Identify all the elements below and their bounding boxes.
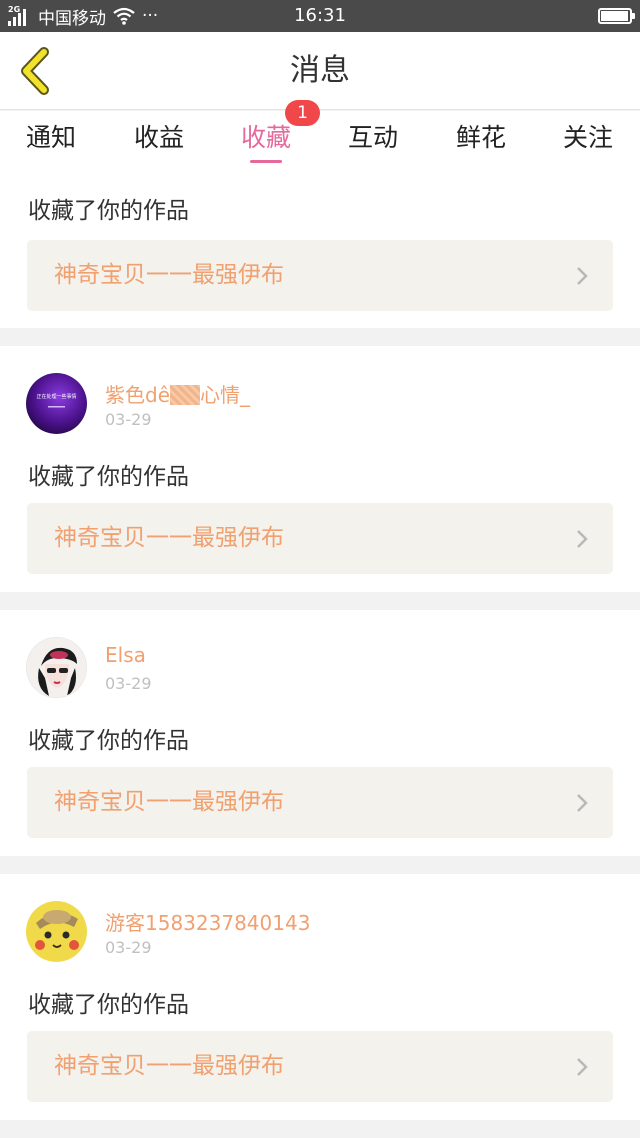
page-title: 消息 <box>290 53 350 88</box>
feed-item: 收藏了你的作品 神奇宝贝一一最强伊布 <box>0 177 640 328</box>
date-label: 03-29 <box>105 938 152 957</box>
feed-item: 正在处理一些事情 紫色dê 心情_ 03-29 收藏了你的作品 神奇宝贝一一最强伊… <box>0 346 640 592</box>
username[interactable]: Elsa <box>105 643 146 667</box>
feed-item: Elsa 03-29 收藏了你的作品 神奇宝贝一一最强伊布 <box>0 610 640 856</box>
work-link[interactable]: 神奇宝贝一一最强伊布 <box>27 767 613 838</box>
work-link[interactable]: 神奇宝贝一一最强伊布 <box>27 1031 613 1102</box>
tab-flowers[interactable]: 鲜花 <box>427 111 535 177</box>
work-link[interactable]: 神奇宝贝一一最强伊布 <box>27 240 613 311</box>
active-tab-indicator <box>250 160 282 163</box>
username[interactable]: 游客1583237840143 <box>105 907 310 936</box>
username-part: 心情_ <box>200 383 250 407</box>
user-avatar[interactable] <box>26 637 87 698</box>
tab-interactions[interactable]: 互动 <box>319 111 427 177</box>
feed-item: 游客1583237840143 03-29 收藏了你的作品 神奇宝贝一一最强伊布 <box>0 874 640 1120</box>
tab-label: 收藏 <box>240 123 291 152</box>
censored-mark <box>170 385 200 405</box>
action-text: 收藏了你的作品 <box>28 728 189 754</box>
user-avatar[interactable]: 正在处理一些事情 <box>26 373 87 434</box>
work-title: 神奇宝贝一一最强伊布 <box>54 1053 284 1079</box>
chevron-right-icon <box>577 267 588 285</box>
tab-label: 鲜花 <box>455 123 506 152</box>
clock: 16:31 <box>294 5 346 26</box>
username-part: 紫色dê <box>105 383 170 407</box>
date-label: 03-29 <box>105 674 152 693</box>
action-text: 收藏了你的作品 <box>28 992 189 1018</box>
tab-earnings[interactable]: 收益 <box>105 111 213 177</box>
action-text: 收藏了你的作品 <box>28 464 189 490</box>
status-bar: 2G 中国移动 ··· 16:31 <box>0 0 640 32</box>
tab-notifications[interactable]: 通知 <box>0 111 105 177</box>
chevron-right-icon <box>577 530 588 548</box>
tab-bar: 通知 收益 收藏 互动 鲜花 关注 <box>0 111 640 177</box>
tab-label: 关注 <box>562 123 613 152</box>
work-link[interactable]: 神奇宝贝一一最强伊布 <box>27 503 613 574</box>
work-title: 神奇宝贝一一最强伊布 <box>54 789 284 815</box>
work-title: 神奇宝贝一一最强伊布 <box>54 262 284 288</box>
chevron-right-icon <box>577 794 588 812</box>
yellow-pikachu-avatar <box>26 901 87 962</box>
tab-following[interactable]: 关注 <box>534 111 640 177</box>
work-title: 神奇宝贝一一最强伊布 <box>54 525 284 551</box>
tab-label: 互动 <box>347 123 398 152</box>
tab-label: 通知 <box>25 123 76 152</box>
nav-header: 消息 <box>0 32 640 110</box>
chevron-right-icon <box>577 1058 588 1076</box>
action-text: 收藏了你的作品 <box>28 198 189 224</box>
unread-badge: 1 <box>285 100 320 126</box>
date-label: 03-29 <box>105 410 152 429</box>
girl-with-hat-avatar <box>27 638 86 697</box>
avatar-caption: 正在处理一些事情 <box>36 393 76 400</box>
user-avatar[interactable] <box>26 901 87 962</box>
tab-label: 收益 <box>133 123 184 152</box>
username[interactable]: 紫色dê 心情_ <box>105 379 250 408</box>
purple-galaxy-avatar: 正在处理一些事情 <box>26 373 87 434</box>
battery-icon <box>598 8 635 24</box>
